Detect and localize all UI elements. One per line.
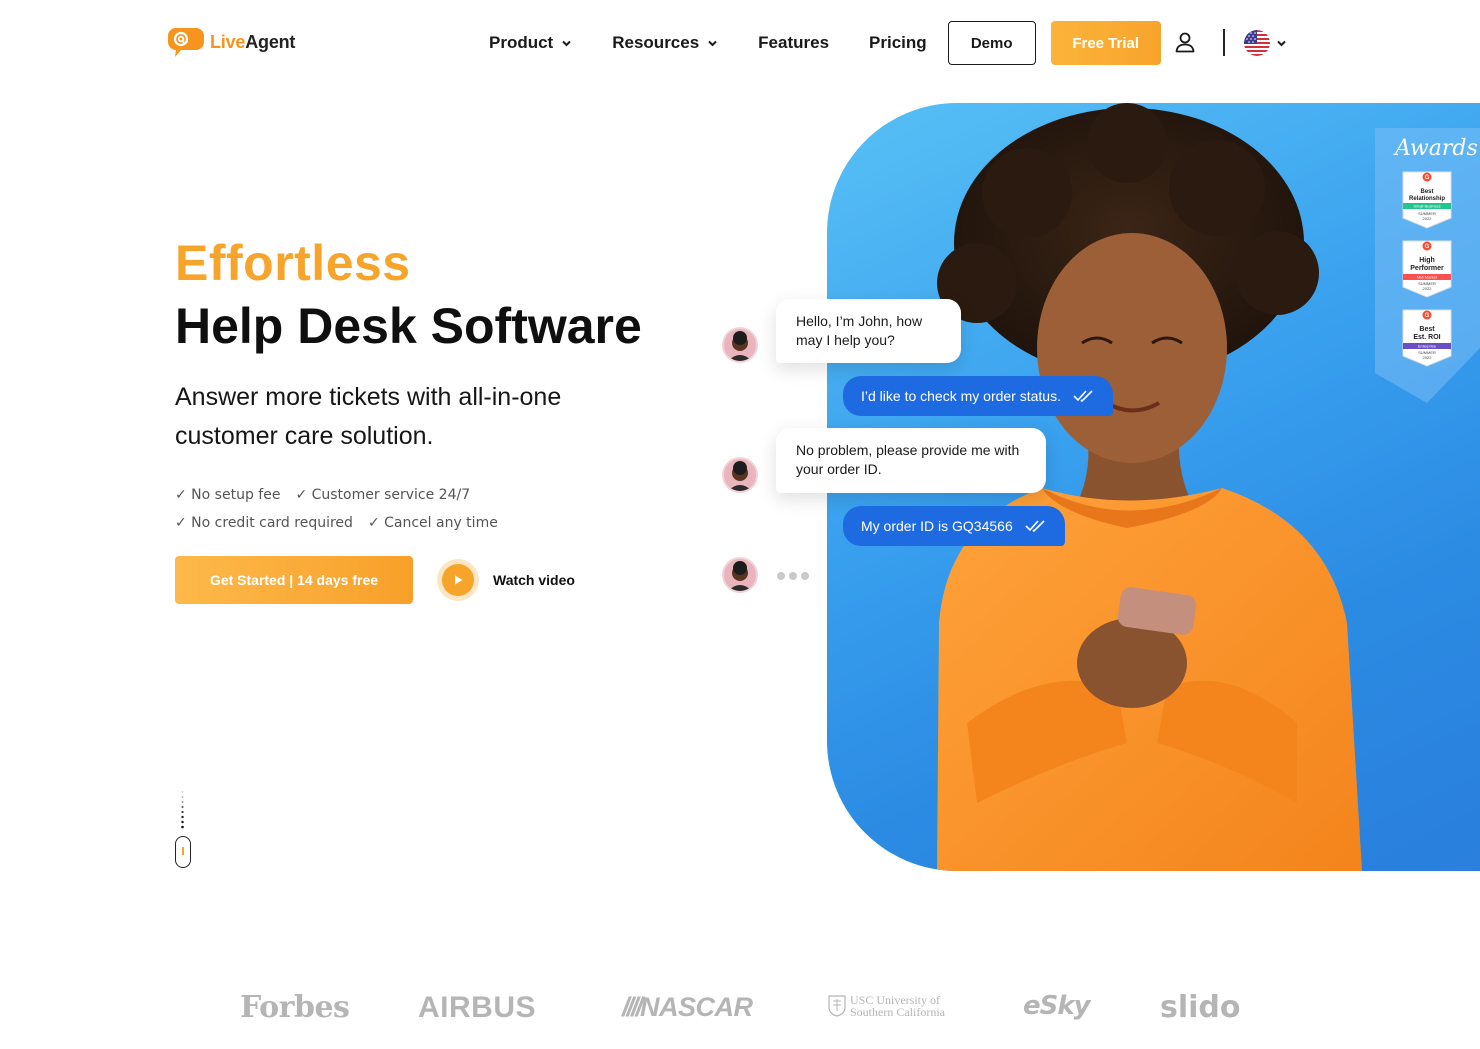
badge-line: Relationship [1409,196,1445,202]
nascar-logo: ////NASCAR [622,992,753,1022]
badge-year: 2022 [1423,216,1433,221]
g2-badge[interactable]: G Best Est. ROI Enterprise SUMMER 2022 [1401,308,1453,368]
nav-resources[interactable]: Resources [612,33,718,53]
header-divider [1223,29,1225,56]
badge-line: Performer [1410,265,1444,272]
logo-wordmark: LiveAgent [210,32,295,53]
chat-message-agent: Hello, I’m John, how may I help you? [776,299,961,363]
nascar-logo-text: NASCAR [640,992,753,1022]
play-icon [455,575,463,585]
badge-year: 2022 [1423,355,1433,360]
double-check-icon [1025,520,1045,533]
badge-line: Best [1420,189,1433,195]
agent-avatar [722,327,758,363]
us-flag-icon[interactable] [1244,30,1270,56]
awards-title: Awards [1395,136,1478,161]
checklist-item: ✓ No credit card required [175,515,353,531]
checklist-item: ✓ Cancel any time [367,515,498,531]
airbus-logo: AIRBUS [418,991,537,1024]
double-check-icon [1073,390,1093,403]
play-button-inner [442,564,474,596]
badge-year: 2022 [1423,286,1433,291]
client-logos: Forbes AIRBUS ////NASCAR USC University … [0,990,1480,1030]
site-header: LiveAgent Product Resources Features Pri… [0,0,1480,86]
usc-logo-line2: Southern California [850,1005,945,1019]
badge-strip: Enterprise [1418,344,1437,349]
user-icon[interactable] [1174,31,1196,53]
logo-live: Live [210,31,246,52]
get-started-button[interactable]: Get Started | 14 days free [175,556,413,604]
agent-avatar [722,557,758,593]
feature-checklist: ✓ No setup fee ✓ Customer service 24/7 ✓… [175,481,513,537]
usc-seal-icon [828,995,846,1017]
chat-message-customer: My order ID is GQ34566 [843,506,1065,546]
nav-product[interactable]: Product [489,33,572,53]
g2-letter: G [1425,313,1430,319]
nav-pricing[interactable]: Pricing [869,33,927,53]
logo-agent: Agent [245,31,296,52]
nav-resources-label: Resources [612,33,700,52]
checklist-item: ✓ No setup fee [175,487,281,503]
g2-badge[interactable]: G Best Relationship Small Business SUMME… [1401,170,1453,230]
checklist-row: ✓ No credit card required ✓ Cancel any t… [175,509,513,537]
watch-video-label: Watch video [493,572,575,588]
checklist-item: ✓ Customer service 24/7 [295,487,471,503]
badge-line: Est. ROI [1413,334,1440,341]
chevron-down-icon[interactable] [1276,38,1287,49]
nav-features[interactable]: Features [758,33,829,53]
badge-strip: Mid-Market [1417,275,1438,280]
badge-line: Best [1419,326,1435,333]
badge-strip: Small Business [1413,204,1440,209]
nav-product-label: Product [489,33,554,52]
agent-avatar [722,457,758,493]
slido-logo: slido [1160,990,1241,1025]
g2-badge[interactable]: G High Performer Mid-Market SUMMER 2022 [1401,239,1453,299]
chat-message-text: Hello, I’m John, how may I help you? [796,313,923,348]
hero-title: Help Desk Software [175,298,642,354]
demo-button[interactable]: Demo [947,21,1036,65]
liveagent-logo[interactable]: LiveAgent [167,26,295,58]
watch-video-link[interactable]: Watch video [437,559,575,601]
usc-logo: USC University of Southern California [828,994,945,1018]
badge-line: High [1419,257,1435,264]
play-button[interactable] [437,559,479,601]
hero-subtitle: Answer more tickets with all-in-one cust… [175,383,562,450]
scroll-mouse-icon[interactable] [175,836,191,868]
typing-indicator [777,572,809,580]
free-trial-button[interactable]: Free Trial [1050,21,1161,65]
chat-message-agent: No problem, please provide me with your … [776,428,1046,493]
checklist-row: ✓ No setup fee ✓ Customer service 24/7 [175,481,513,509]
chat-message-text: No problem, please provide me with your … [796,442,1020,477]
esky-logo: eSky [1023,991,1091,1021]
chat-message-text: My order ID is GQ34566 [861,518,1013,534]
chevron-down-icon [708,40,717,46]
chevron-down-icon [562,40,571,46]
hero-title-highlight: Effortless [175,235,411,291]
chat-message-text: I’d like to check my order status. [861,388,1061,404]
liveagent-logo-icon [167,28,204,57]
forbes-logo: Forbes [240,990,350,1025]
g2-letter: G [1425,175,1430,181]
main-nav: Product Resources Features Pricing Demo … [489,21,1161,65]
g2-letter: G [1425,244,1430,250]
chat-message-customer: I’d like to check my order status. [843,376,1113,416]
scroll-indicator-dots [181,791,184,829]
